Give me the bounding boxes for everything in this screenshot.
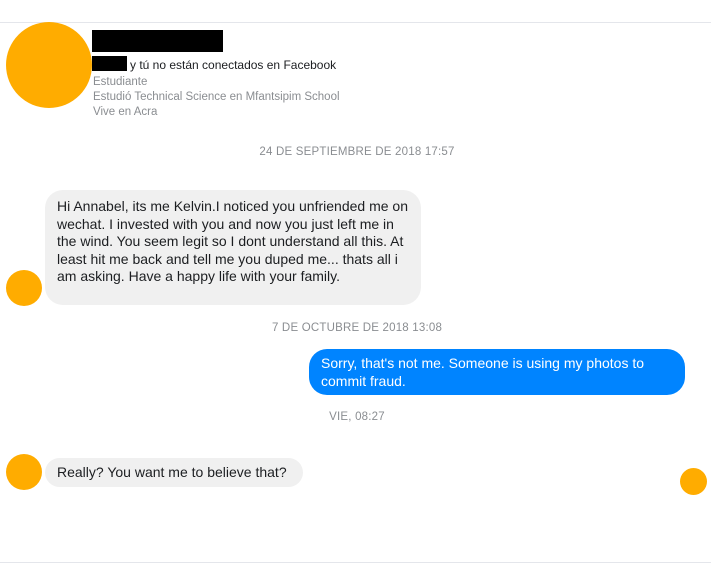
top-divider bbox=[0, 22, 711, 23]
outgoing-message[interactable]: Sorry, that's not me. Someone is using m… bbox=[309, 349, 685, 395]
profile-occupation: Estudiante bbox=[93, 76, 148, 88]
incoming-message[interactable]: Hi Annabel, its me Kelvin.I noticed you … bbox=[45, 190, 421, 305]
profile-avatar[interactable] bbox=[6, 22, 92, 108]
seen-receipt-avatar bbox=[680, 468, 707, 495]
connection-status-text: y tú no están conectados en Facebook bbox=[130, 58, 337, 72]
timestamp-divider: 24 DE SEPTIEMBRE DE 2018 17:57 bbox=[259, 146, 455, 158]
bottom-divider bbox=[0, 562, 711, 563]
timestamp-divider: VIE, 08:27 bbox=[329, 411, 385, 423]
sender-avatar[interactable] bbox=[6, 454, 42, 490]
sender-avatar[interactable] bbox=[6, 270, 42, 306]
redacted-name bbox=[92, 30, 223, 52]
incoming-message[interactable]: Really? You want me to believe that? bbox=[45, 458, 303, 487]
redacted-name-short bbox=[92, 56, 127, 71]
timestamp-divider: 7 DE OCTUBRE DE 2018 13:08 bbox=[271, 322, 443, 334]
profile-location: Vive en Acra bbox=[93, 106, 158, 118]
profile-education: Estudió Technical Science en Mfantsipim … bbox=[93, 91, 340, 103]
